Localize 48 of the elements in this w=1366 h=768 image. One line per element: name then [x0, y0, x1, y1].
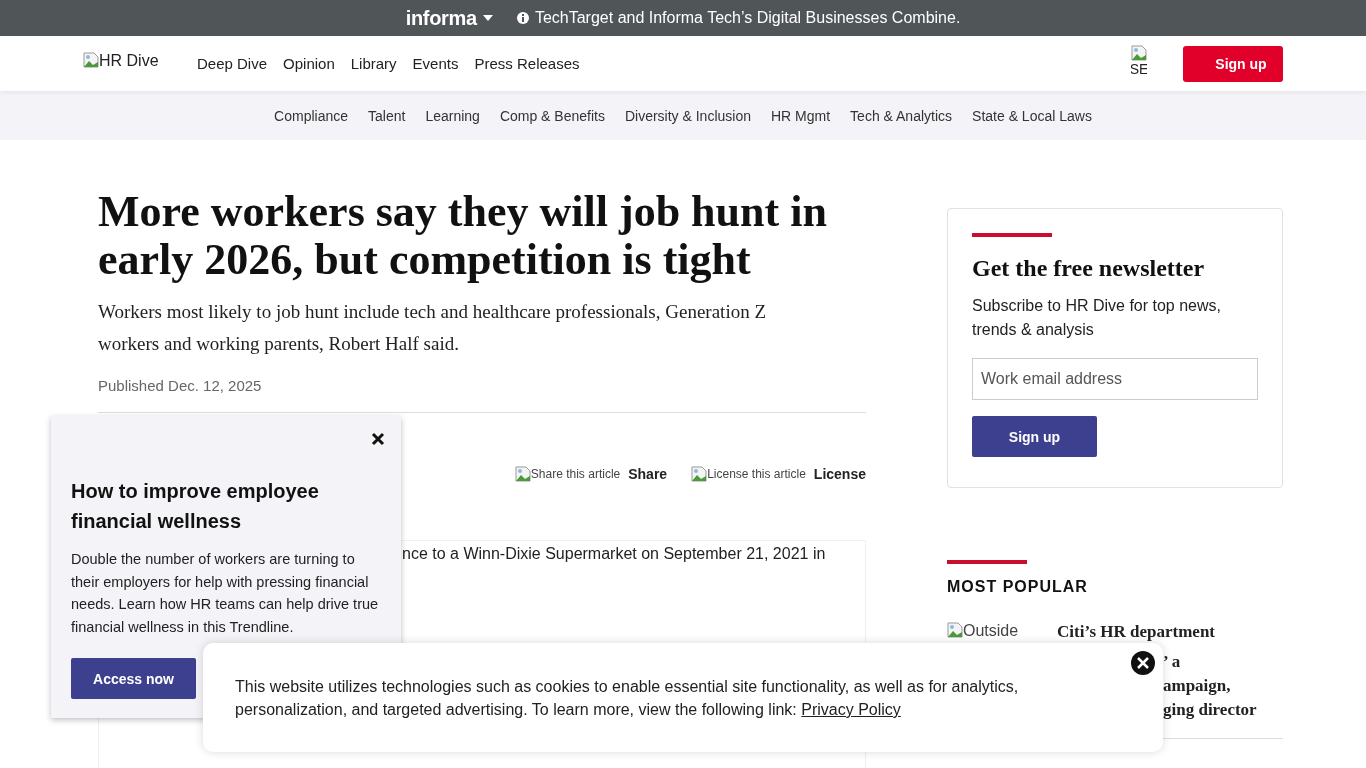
nav-link[interactable]: Opinion — [277, 51, 341, 76]
nav-link[interactable]: Library — [344, 51, 403, 76]
logo-alt-text[interactable]: HR Dive — [99, 51, 159, 70]
announcement-text[interactable]: TechTarget and Informa Tech’s Digital Businesses Combine. — [534, 9, 961, 27]
topic-link[interactable]: State & Local Laws — [962, 107, 1102, 124]
topic-link[interactable]: Learning — [415, 107, 490, 124]
topic-link[interactable]: HR Mgmt — [761, 107, 841, 124]
promo-text: Double the number of workers are turning to their employers for help with pressing financial needs. Learn how HR teams can help drive true financial wellness in this Trendline. — [71, 550, 380, 637]
image-alt-text[interactable]: Outside — [963, 622, 1019, 640]
broken-image-icon — [83, 51, 99, 68]
promo-title: How to improve employee financial wellness — [71, 479, 320, 534]
broken-image-icon — [514, 466, 531, 482]
article-action-button[interactable]: Share this article Share — [514, 466, 668, 482]
nav-link[interactable]: Events — [406, 51, 465, 76]
headline-link[interactable]: ’ a — [1163, 650, 1181, 674]
topic-link[interactable]: Diversity & Inclusion — [614, 107, 761, 124]
newsletter-title: Get the free newsletter — [972, 255, 1206, 282]
cookie-notice: This website utilizes technologies such as cookies to enable essential site functionality, as well as for analytics, personalization, and targeted advertising. To learn more, view the following link: Privacy Policy — [235, 677, 1020, 720]
close-icon[interactable] — [1131, 651, 1155, 675]
newsletter-text: Subscribe to HR Dive for top news, trends & analysis — [972, 296, 1222, 340]
brand-logo[interactable]: informa — [405, 6, 477, 30]
publish-date: Published Dec. 12, 2025 — [98, 377, 866, 413]
headline-link[interactable]: ampaign, — [1163, 674, 1231, 698]
nav-link[interactable]: Deep Dive — [191, 51, 274, 76]
topic-link[interactable]: Compliance — [264, 107, 358, 124]
search-alt-text[interactable]: SE — [1131, 60, 1147, 77]
access-button[interactable]: Access now — [71, 658, 196, 699]
topic-link[interactable]: Comp & Benefits — [489, 107, 615, 124]
close-icon[interactable] — [371, 432, 385, 446]
article-headline: More workers say they will job hunt in early 2026, but competition is tight — [98, 188, 828, 284]
nav-link[interactable]: Press Releases — [468, 51, 586, 76]
broken-image-icon — [691, 466, 708, 482]
image-caption: nce to a Winn-Dixie Supermarket on September 21, 2021 in — [402, 545, 826, 562]
section-heading: MOST POPULAR — [947, 578, 1089, 596]
broken-image-icon — [1131, 44, 1147, 61]
headline-link[interactable]: ging director — [1163, 698, 1257, 722]
signup-button[interactable]: Sign up — [1183, 45, 1283, 82]
topic-link[interactable]: Talent — [358, 107, 416, 124]
privacy-link[interactable]: Privacy Policy — [801, 701, 901, 718]
broken-image-icon — [947, 622, 963, 638]
headline-link[interactable]: Citi’s HR department — [1057, 622, 1215, 642]
topic-link[interactable]: Tech & Analytics — [840, 107, 963, 124]
newsletter-signup-button[interactable]: Sign up — [972, 416, 1097, 457]
article-action-button[interactable]: License this article License — [691, 466, 866, 482]
article-deck: Workers most likely to job hunt include tech and healthcare professionals, Generation Z workers and working parents, Robert Half said. — [98, 300, 768, 356]
email-field[interactable]: Work email address — [972, 358, 1258, 400]
info-icon — [516, 12, 529, 24]
caret-icon[interactable] — [482, 15, 493, 21]
